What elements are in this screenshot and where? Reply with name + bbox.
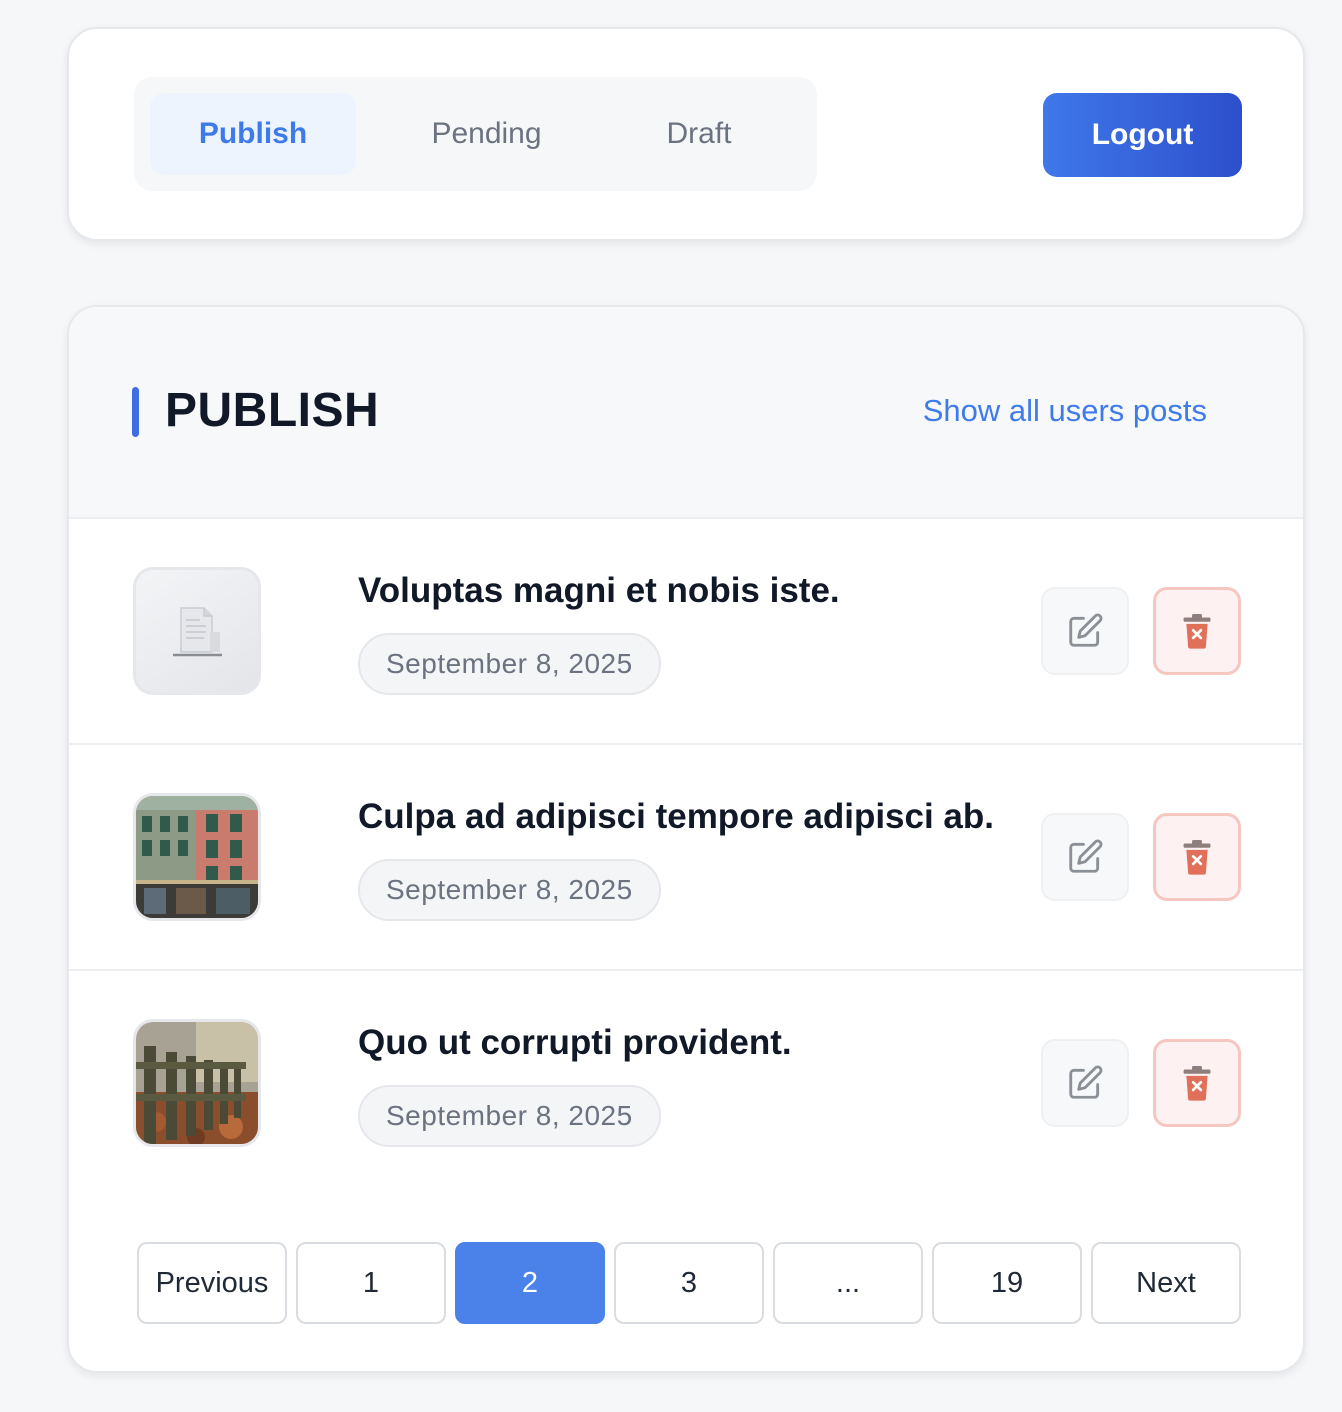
post-thumbnail: [133, 1019, 261, 1147]
edit-icon: [1069, 839, 1103, 873]
post-row: Voluptas magni et nobis iste. September …: [69, 519, 1303, 745]
trash-icon: [1183, 1066, 1211, 1101]
tab-draft[interactable]: Draft: [614, 93, 784, 175]
edit-button[interactable]: [1041, 587, 1129, 675]
delete-button[interactable]: [1153, 587, 1241, 675]
post-title[interactable]: Quo ut corrupti provident.: [358, 1023, 792, 1063]
pagination: Previous 1 2 3 ... 19 Next: [137, 1242, 1241, 1324]
tab-publish[interactable]: Publish: [150, 93, 356, 175]
post-date-badge: September 8, 2025: [358, 859, 661, 921]
post-title[interactable]: Voluptas magni et nobis iste.: [358, 571, 840, 611]
document-placeholder-icon: [173, 607, 222, 657]
status-tabs: Publish Pending Draft: [134, 77, 817, 191]
edit-icon: [1069, 613, 1103, 647]
trash-icon: [1183, 840, 1211, 875]
trash-icon: [1183, 614, 1211, 649]
edit-button[interactable]: [1041, 813, 1129, 901]
post-date-badge: September 8, 2025: [358, 1085, 661, 1147]
page-title: PUBLISH: [165, 384, 380, 437]
edit-icon: [1069, 1065, 1103, 1099]
page-button-2-current[interactable]: 2: [455, 1242, 605, 1324]
section-header: PUBLISH Show all users posts: [69, 307, 1303, 519]
page-button-3[interactable]: 3: [614, 1242, 764, 1324]
logout-button[interactable]: Logout: [1043, 93, 1242, 177]
post-row: Culpa ad adipisci tempore adipisci ab. S…: [69, 745, 1303, 971]
delete-button[interactable]: [1153, 813, 1241, 901]
next-page-button[interactable]: Next: [1091, 1242, 1241, 1324]
tab-pending[interactable]: Pending: [379, 93, 594, 175]
post-date-badge: September 8, 2025: [358, 633, 661, 695]
fence-autumn-photo: [136, 1022, 258, 1144]
top-navigation-card: Publish Pending Draft Logout: [67, 27, 1305, 241]
posts-card: PUBLISH Show all users posts Voluptas ma…: [67, 305, 1305, 1373]
post-thumbnail: [133, 793, 261, 921]
show-all-users-posts-link[interactable]: Show all users posts: [923, 393, 1207, 429]
delete-button[interactable]: [1153, 1039, 1241, 1127]
post-row: Quo ut corrupti provident. September 8, …: [69, 971, 1303, 1197]
post-thumbnail: [133, 567, 261, 695]
edit-button[interactable]: [1041, 1039, 1129, 1127]
previous-page-button[interactable]: Previous: [137, 1242, 287, 1324]
building-photo: [136, 796, 258, 918]
page-button-19[interactable]: 19: [932, 1242, 1082, 1324]
title-accent-bar: [132, 387, 139, 437]
page-ellipsis: ...: [773, 1242, 923, 1324]
post-title[interactable]: Culpa ad adipisci tempore adipisci ab.: [358, 797, 994, 837]
page-button-1[interactable]: 1: [296, 1242, 446, 1324]
